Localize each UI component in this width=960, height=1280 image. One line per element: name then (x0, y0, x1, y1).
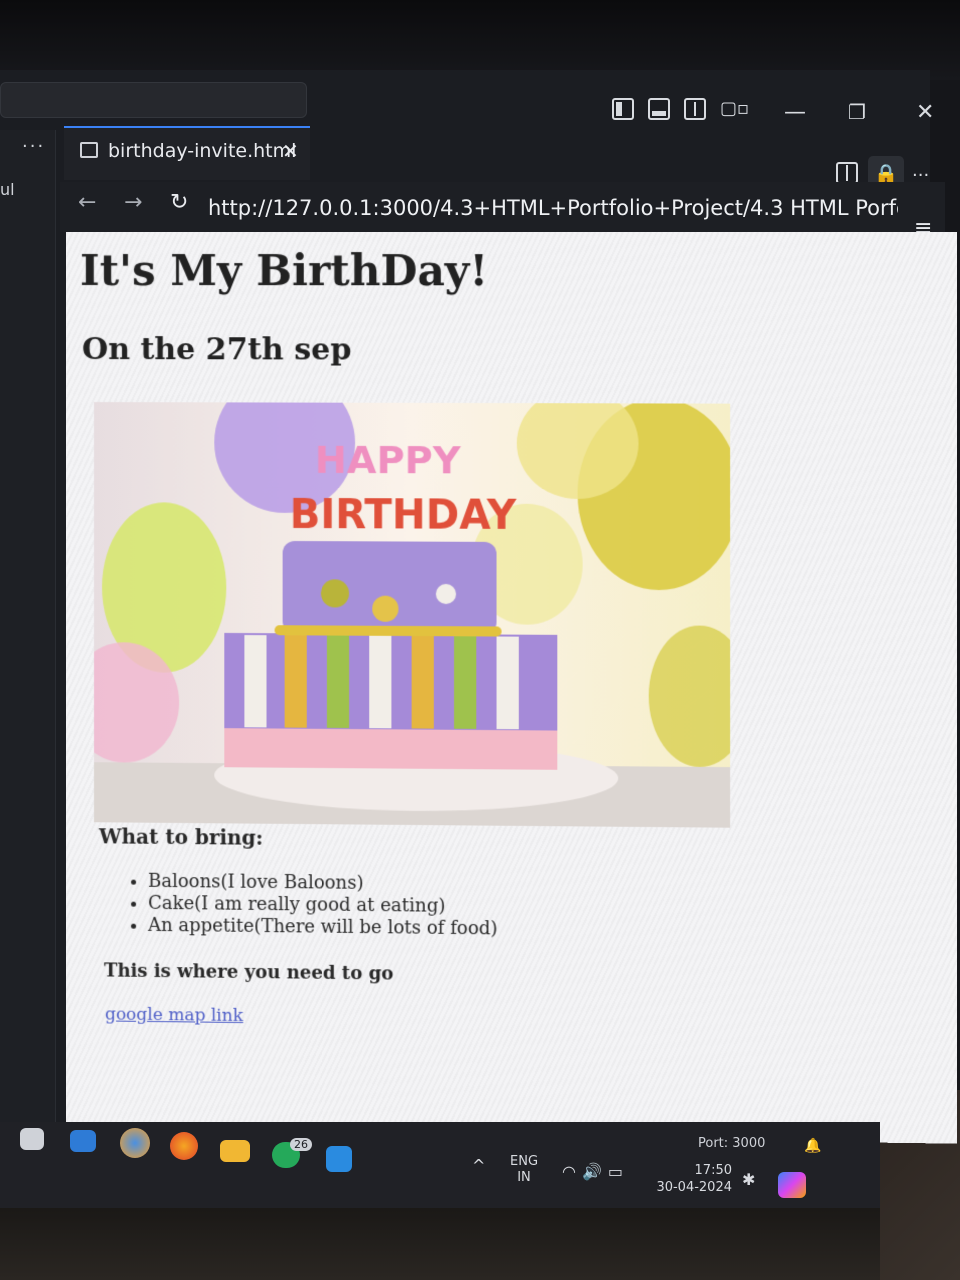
preview-viewport: It's My BirthDay! On the 27th sep HAPPY … (66, 232, 958, 1144)
split-editor-icon[interactable] (836, 162, 858, 184)
language-indicator[interactable]: ENG IN (510, 1154, 538, 1186)
firefox-icon[interactable] (170, 1132, 198, 1160)
customize-layout-icon[interactable] (720, 98, 742, 120)
wifi-volume-battery-icons[interactable]: ◠🔊▭ (562, 1162, 629, 1181)
outline-item-ul[interactable]: ul (0, 180, 15, 199)
notification-icon[interactable]: ✱ (742, 1170, 755, 1189)
clock-date: 30-04-2024 (656, 1180, 732, 1195)
preview-file-icon (80, 142, 98, 158)
toggle-primary-sidebar-icon[interactable] (612, 98, 634, 120)
command-center-search[interactable] (0, 82, 307, 118)
desk-surface (0, 1205, 960, 1280)
address-bar[interactable]: http://127.0.0.1:3000/4.3+HTML+Portfolio… (208, 196, 898, 220)
birthday-cake-image: HAPPY BIRTHDAY (94, 402, 731, 828)
explorer-sidebar (0, 130, 56, 1130)
photo-scene: — ❐ ✕ ··· ul birthday-invite.html ✕ 🔒 ··… (0, 0, 960, 1280)
page-title: It's My BirthDay! (79, 246, 489, 296)
sidebar-overflow-icon[interactable]: ··· (22, 136, 45, 157)
clock-time: 17:50 (694, 1163, 732, 1178)
page-subtitle: On the 27th sep (81, 332, 352, 368)
lang-code: ENG (510, 1154, 539, 1169)
tab-title[interactable]: birthday-invite.html (108, 140, 296, 162)
weather-widget-icon[interactable] (70, 1130, 96, 1152)
live-server-port[interactable]: Port: 3000 (698, 1136, 765, 1151)
google-map-link[interactable]: google map link (105, 1004, 243, 1026)
minimize-button[interactable]: — (784, 100, 806, 125)
toggle-secondary-sidebar-icon[interactable] (684, 98, 706, 120)
list-item: An appetite(There will be lots of food) (148, 915, 498, 941)
cake-topper-happy: HAPPY (315, 438, 461, 483)
lang-region: IN (517, 1170, 531, 1185)
preview-page: It's My BirthDay! On the 27th sep HAPPY … (66, 232, 958, 1144)
tab-close-icon[interactable]: ✕ (282, 139, 299, 163)
chrome-icon[interactable] (120, 1128, 150, 1158)
vscode-icon[interactable] (326, 1146, 352, 1172)
bring-list: Baloons(I love Baloons) Cake(I am really… (118, 870, 498, 940)
close-window-button[interactable]: ✕ (916, 100, 934, 125)
taskbar-clock[interactable]: 17:50 30-04-2024 (656, 1162, 732, 1196)
show-hidden-icons-icon[interactable]: ^ (472, 1156, 485, 1175)
layout-controls (612, 98, 742, 120)
forward-arrow-icon[interactable]: → (124, 190, 142, 215)
whatsapp-badge: 26 (290, 1138, 312, 1151)
reload-icon[interactable]: ↻ (170, 190, 188, 215)
file-explorer-icon[interactable] (220, 1140, 250, 1162)
cake-topper-birthday: BIRTHDAY (290, 492, 518, 539)
copilot-icon[interactable] (778, 1172, 806, 1198)
bell-icon[interactable]: 🔔 (804, 1138, 821, 1154)
toggle-panel-icon[interactable] (648, 98, 670, 120)
location-heading: This is where you need to go (104, 960, 394, 985)
background-wall (0, 0, 960, 80)
restore-button[interactable]: ❐ (848, 100, 866, 124)
start-icon[interactable] (20, 1128, 44, 1150)
cake-illustration: HAPPY BIRTHDAY (94, 402, 731, 828)
back-arrow-icon[interactable]: ← (78, 190, 96, 215)
bring-heading: What to bring: (99, 824, 264, 850)
